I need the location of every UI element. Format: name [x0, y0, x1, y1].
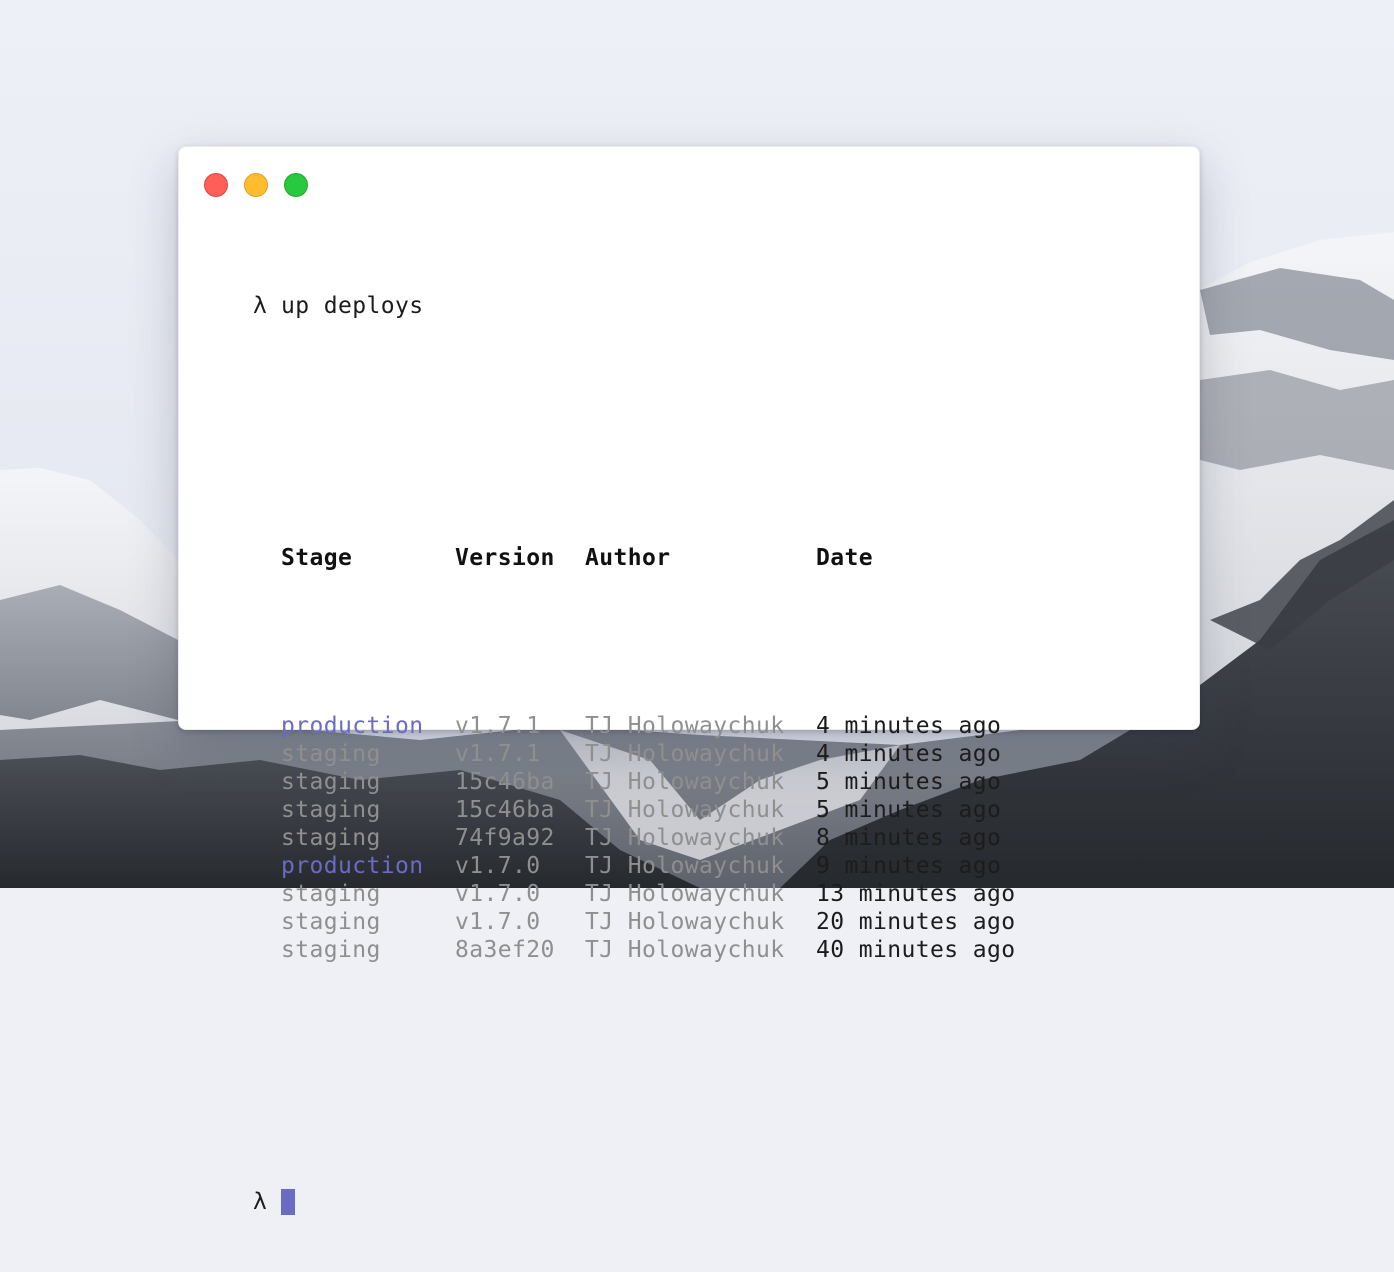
table-header: Stage Version Author Date	[281, 544, 1076, 572]
table-row: staging 15c46ba TJ Holowaychuk 5 minutes ag…	[281, 768, 1076, 796]
deploy-author: TJ Holowaychuk	[585, 909, 785, 935]
deploy-stage: production	[281, 853, 424, 879]
table-row: staging v1.7.0 TJ Holowaychuk 13 minutes ag…	[281, 880, 1076, 908]
deploy-version: 8a3ef20	[455, 937, 555, 963]
deploy-stage: staging	[281, 909, 381, 935]
column-header-version: Version	[455, 545, 555, 571]
deploy-author: TJ Holowaychuk	[585, 881, 785, 907]
deploy-date: 9 minutes ago	[816, 853, 1002, 879]
column-header-date: Date	[816, 545, 873, 571]
deploy-version: v1.7.0	[455, 853, 541, 879]
deploy-date: 4 minutes ago	[816, 741, 1002, 767]
deploy-version: v1.7.1	[455, 741, 541, 767]
deploy-version: v1.7.0	[455, 909, 541, 935]
deploy-version: v1.7.0	[455, 881, 541, 907]
deploys-rows: production v1.7.1 TJ Holowaychuk 4 minutes …	[281, 712, 1076, 964]
deploy-date: 13 minutes ago	[816, 881, 1016, 907]
deploy-date: 5 minutes ago	[816, 797, 1002, 823]
deploy-date: 20 minutes ago	[816, 909, 1016, 935]
minimize-window-button[interactable]	[244, 173, 268, 197]
text-cursor	[281, 1189, 295, 1215]
deploy-author: TJ Holowaychuk	[585, 769, 785, 795]
command-line: λ up deploys	[253, 292, 1076, 320]
deploy-version: 15c46ba	[455, 797, 555, 823]
deploy-version: 15c46ba	[455, 769, 555, 795]
deploy-stage: staging	[281, 797, 381, 823]
window-controls	[204, 173, 308, 197]
deploy-author: TJ Holowaychuk	[585, 825, 785, 851]
deploy-author: TJ Holowaychuk	[585, 713, 785, 739]
deploy-date: 5 minutes ago	[816, 769, 1002, 795]
table-row: staging 8a3ef20 TJ Holowaychuk 40 minutes a…	[281, 936, 1076, 964]
table-row: staging 15c46ba TJ Holowaychuk 5 minutes ag…	[281, 796, 1076, 824]
deploy-author: TJ Holowaychuk	[585, 937, 785, 963]
column-header-stage: Stage	[281, 545, 353, 571]
deploy-stage: production	[281, 713, 424, 739]
deploy-stage: staging	[281, 769, 381, 795]
terminal-window: λ up deploys Stage Version Author Date p…	[178, 146, 1200, 1215]
table-row: production v1.7.1 TJ Holowaychuk 4 minutes …	[281, 712, 1076, 740]
deploy-date: 8 minutes ago	[816, 825, 1002, 851]
prompt-line: λ	[253, 1188, 1076, 1216]
table-row: staging 74f9a92 TJ Holowaychuk 8 minutes ag…	[281, 824, 1076, 852]
zoom-window-button[interactable]	[284, 173, 308, 197]
deploy-author: TJ Holowaychuk	[585, 853, 785, 879]
deploy-stage: staging	[281, 881, 381, 907]
deploy-version: v1.7.1	[455, 713, 541, 739]
terminal-output[interactable]: λ up deploys Stage Version Author Date p…	[253, 236, 1076, 1272]
deploy-author: TJ Holowaychuk	[585, 741, 785, 767]
deploy-author: TJ Holowaychuk	[585, 797, 785, 823]
deploy-date: 40 minutes ago	[816, 937, 1016, 963]
deploy-version: 74f9a92	[455, 825, 555, 851]
command-text: up deploys	[281, 293, 424, 319]
prompt-symbol: λ	[253, 293, 267, 319]
deploy-stage: staging	[281, 937, 381, 963]
deploy-stage: staging	[281, 825, 381, 851]
deploys-table: Stage Version Author Date production v1.7…	[281, 488, 1076, 1020]
prompt-symbol: λ	[253, 1189, 267, 1215]
deploy-stage: staging	[281, 741, 381, 767]
table-row: production v1.7.0 TJ Holowaychuk 9 minutes …	[281, 852, 1076, 880]
table-row: staging v1.7.0 TJ Holowaychuk 20 minutes ag…	[281, 908, 1076, 936]
close-window-button[interactable]	[204, 173, 228, 197]
deploy-date: 4 minutes ago	[816, 713, 1002, 739]
table-row: staging v1.7.1 TJ Holowaychuk 4 minutes ago	[281, 740, 1076, 768]
column-header-author: Author	[585, 545, 671, 571]
